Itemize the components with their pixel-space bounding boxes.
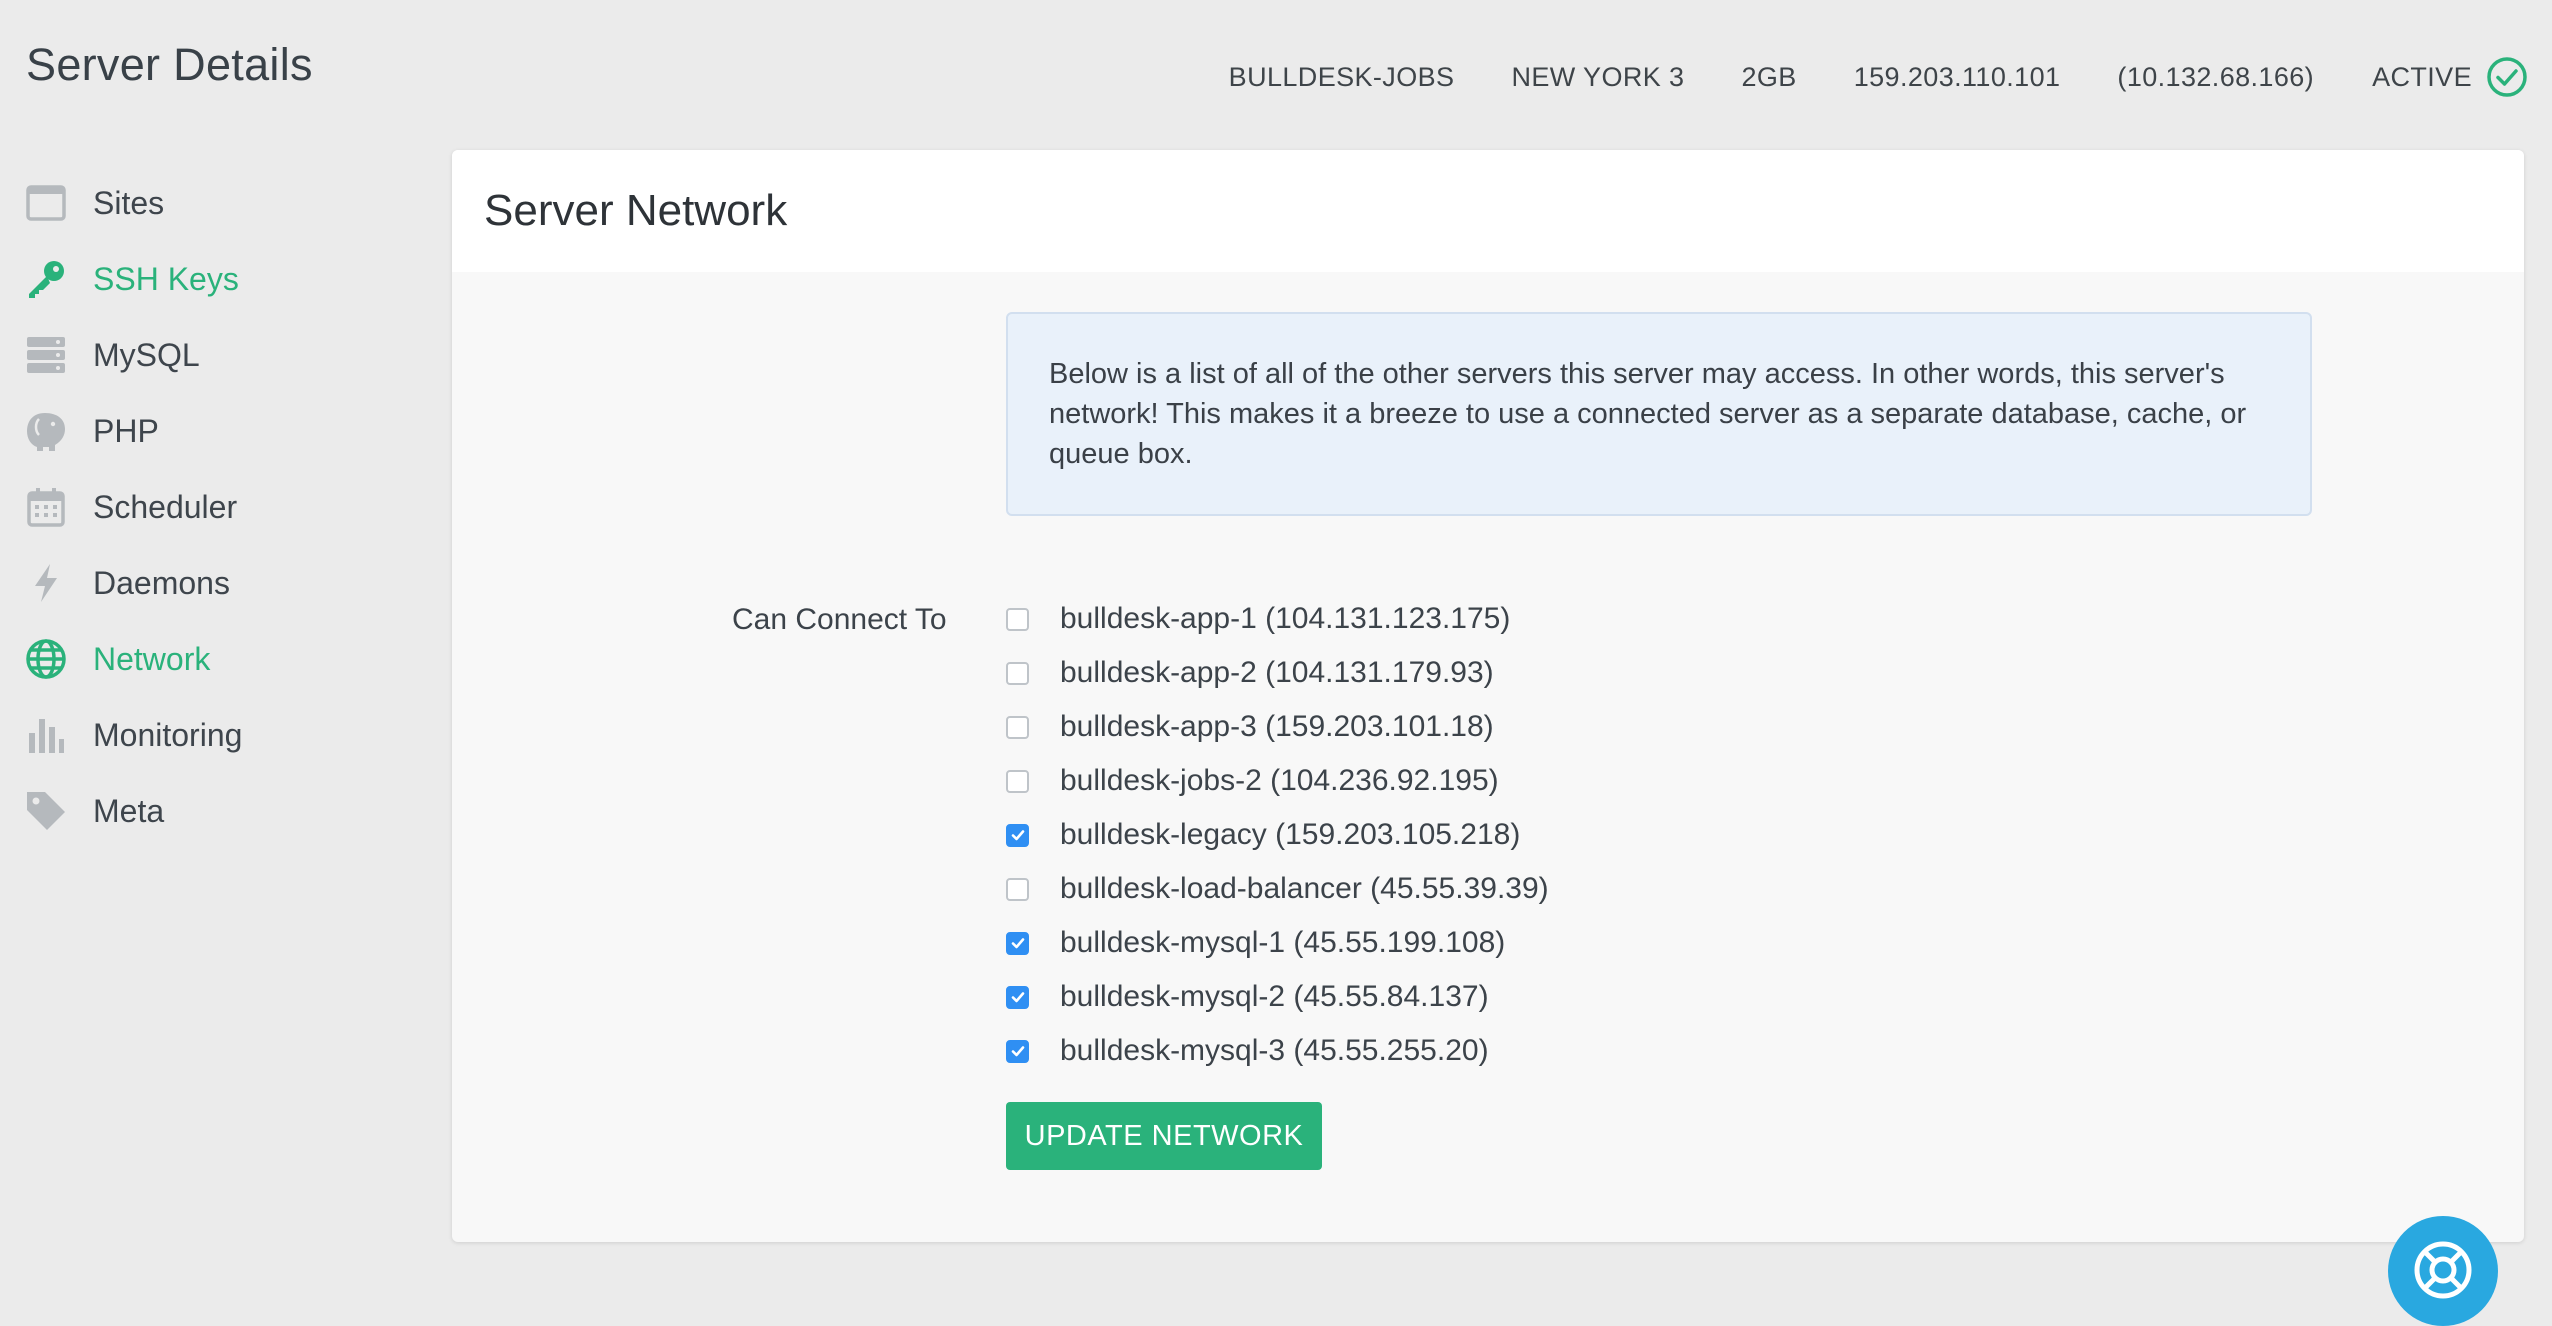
server-label: bulldesk-mysql-1 (45.55.199.108): [1060, 926, 1506, 959]
server-label: bulldesk-app-1 (104.131.123.175): [1060, 602, 1511, 635]
browser-window-icon: [25, 182, 67, 224]
server-label: bulldesk-mysql-3 (45.55.255.20): [1060, 1034, 1489, 1067]
sidebar-item-monitoring[interactable]: Monitoring: [25, 697, 425, 773]
sidebar-item-label: PHP: [93, 412, 159, 449]
sidebar-item-meta[interactable]: Meta: [25, 773, 425, 849]
panel-title: Server Network: [452, 150, 2524, 272]
bolt-icon: [25, 562, 67, 604]
sidebar-item-label: Network: [93, 640, 211, 677]
server-option[interactable]: bulldesk-app-3 (159.203.101.18): [1006, 700, 1549, 754]
sidebar-item-ssh-keys[interactable]: SSH Keys: [25, 241, 425, 317]
update-network-button[interactable]: UPDATE NETWORK: [1006, 1102, 1322, 1170]
server-option[interactable]: bulldesk-mysql-3 (45.55.255.20): [1006, 1024, 1549, 1078]
sidebar-nav: Sites SSH Keys MySQL PHP Scheduler Daemo…: [25, 165, 425, 849]
tag-icon: [25, 790, 67, 832]
server-meta-bar: BULLDESK-JOBS NEW YORK 3 2GB 159.203.110…: [1229, 56, 2528, 98]
server-label: bulldesk-jobs-2 (104.236.92.195): [1060, 764, 1499, 797]
sidebar-item-label: Sites: [93, 184, 165, 221]
sidebar-item-label: Daemons: [93, 564, 230, 601]
calendar-icon: [25, 486, 67, 528]
lifebuoy-icon: [2411, 1238, 2475, 1307]
sidebar-item-label: Monitoring: [93, 716, 243, 753]
server-label: bulldesk-mysql-2 (45.55.84.137): [1060, 980, 1489, 1013]
server-checkbox[interactable]: [1006, 877, 1029, 901]
private-ip: (10.132.68.166): [2117, 61, 2315, 92]
sidebar-item-label: Scheduler: [93, 488, 238, 525]
sidebar-item-sites[interactable]: Sites: [25, 165, 425, 241]
key-icon: [25, 258, 67, 300]
server-network-panel: Server Network Below is a list of all of…: [452, 150, 2524, 1242]
sidebar-item-scheduler[interactable]: Scheduler: [25, 469, 425, 545]
check-circle-icon: [2486, 56, 2528, 98]
sidebar-item-network[interactable]: Network: [25, 621, 425, 697]
server-checkbox[interactable]: [1006, 661, 1029, 685]
sidebar-item-daemons[interactable]: Daemons: [25, 545, 425, 621]
server-option[interactable]: bulldesk-jobs-2 (104.236.92.195): [1006, 754, 1549, 808]
server-option[interactable]: bulldesk-load-balancer (45.55.39.39): [1006, 862, 1549, 916]
sidebar-item-label: Meta: [93, 792, 165, 829]
server-checkbox[interactable]: [1006, 931, 1029, 955]
server-option[interactable]: bulldesk-app-2 (104.131.179.93): [1006, 646, 1549, 700]
server-checkbox[interactable]: [1006, 985, 1029, 1009]
server-label: bulldesk-app-2 (104.131.179.93): [1060, 656, 1494, 689]
sidebar-item-mysql[interactable]: MySQL: [25, 317, 425, 393]
sidebar-item-php[interactable]: PHP: [25, 393, 425, 469]
server-name: BULLDESK-JOBS: [1228, 61, 1455, 92]
status-badge: ACTIVE: [2372, 56, 2528, 98]
server-checkbox[interactable]: [1006, 823, 1029, 847]
server-label: bulldesk-legacy (159.203.105.218): [1060, 818, 1521, 851]
elephant-icon: [25, 410, 67, 452]
server-option[interactable]: bulldesk-mysql-2 (45.55.84.137): [1006, 970, 1549, 1024]
can-connect-label: Can Connect To: [732, 603, 947, 636]
help-button[interactable]: [2388, 1216, 2498, 1326]
sidebar-item-label: MySQL: [93, 336, 200, 373]
server-checkbox[interactable]: [1006, 607, 1029, 631]
globe-icon: [25, 638, 67, 680]
server-label: bulldesk-load-balancer (45.55.39.39): [1060, 872, 1549, 905]
bar-chart-icon: [25, 714, 67, 756]
server-option[interactable]: bulldesk-legacy (159.203.105.218): [1006, 808, 1549, 862]
server-checkbox[interactable]: [1006, 1039, 1029, 1063]
page-title: Server Details: [26, 39, 313, 90]
info-box: Below is a list of all of the other serv…: [1006, 312, 2312, 516]
server-option[interactable]: bulldesk-app-1 (104.131.123.175): [1006, 592, 1549, 646]
server-checkbox[interactable]: [1006, 715, 1029, 739]
server-label: bulldesk-app-3 (159.203.101.18): [1060, 710, 1494, 743]
server-option[interactable]: bulldesk-mysql-1 (45.55.199.108): [1006, 916, 1549, 970]
server-checkbox-list: bulldesk-app-1 (104.131.123.175) bulldes…: [1006, 592, 1549, 1078]
sidebar-item-label: SSH Keys: [93, 260, 239, 297]
status-text: ACTIVE: [2372, 61, 2472, 92]
server-region: NEW YORK 3: [1511, 61, 1685, 92]
server-checkbox[interactable]: [1006, 769, 1029, 793]
database-icon: [25, 334, 67, 376]
public-ip: 159.203.110.101: [1853, 61, 2061, 92]
server-size: 2GB: [1741, 61, 1797, 92]
